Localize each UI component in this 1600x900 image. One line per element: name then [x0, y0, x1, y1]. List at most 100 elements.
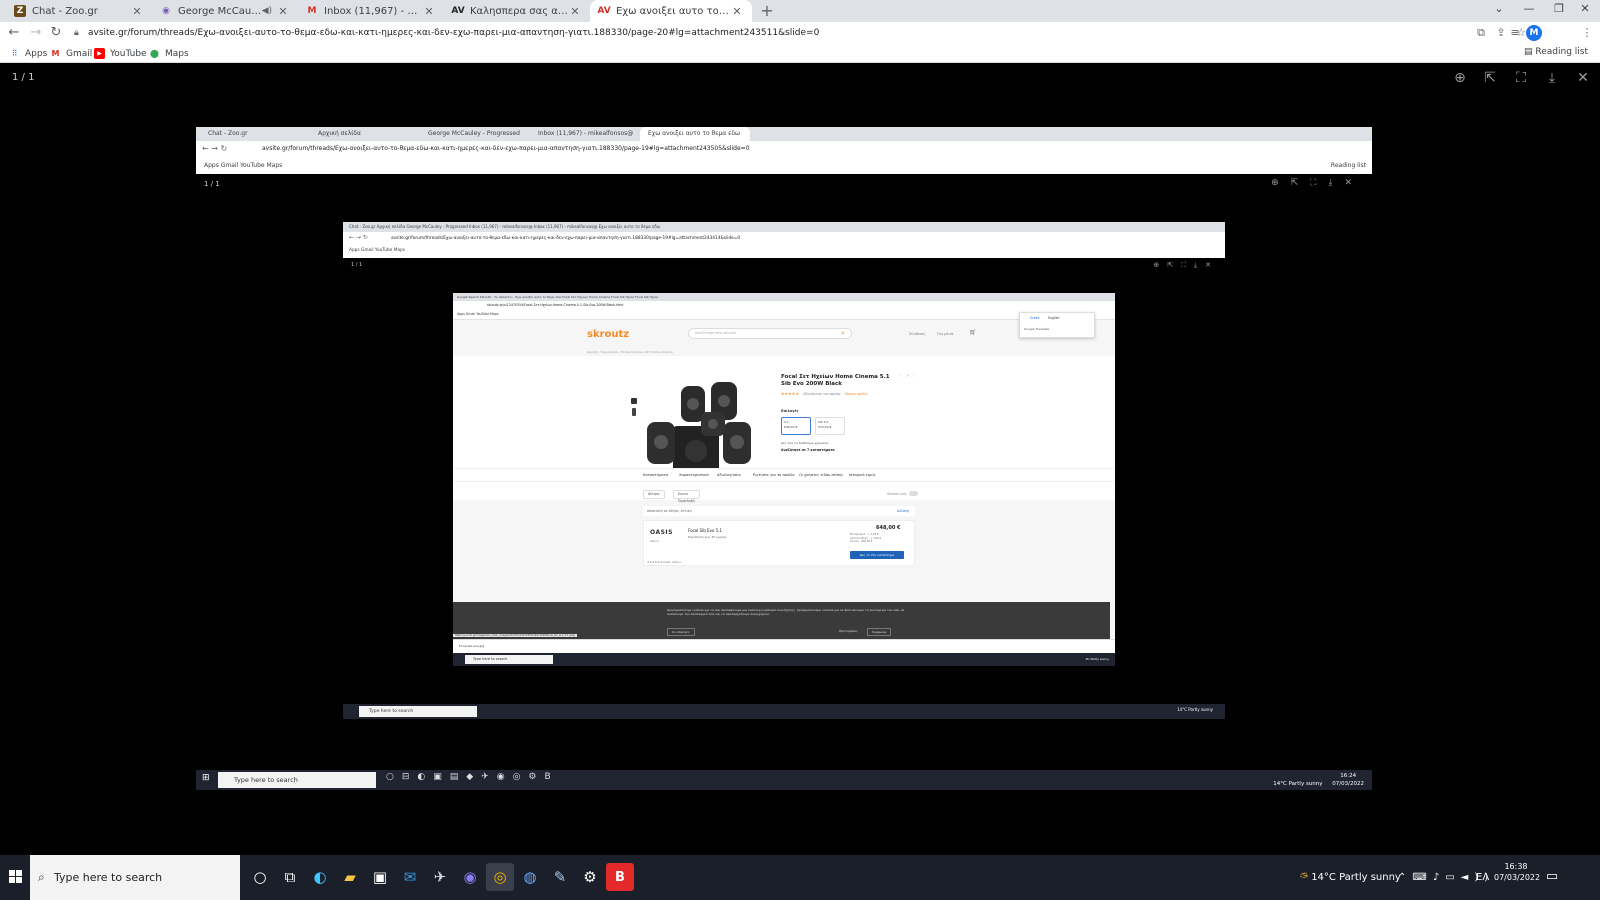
shop-offer: OASIS Αθήνα Focal Sib Evo 5.1 Παράδοση έ… [643, 520, 915, 566]
taskbar-search[interactable]: ⌕ Type here to search [30, 855, 240, 900]
notes-app-icon[interactable]: ✎ [546, 863, 574, 891]
reading-list[interactable]: ▤ Reading list [1524, 47, 1588, 57]
tab-george-mccauley[interactable]: ◉ George McCauley - Progress ◀) ✕ [152, 0, 298, 22]
url-text: avsite.gr/forum/threads/Εχω-ανοιξει-αυτο… [88, 28, 820, 38]
bookmarks-bar: ⠿ Apps M Gmail ▶ YouTube ⬤ Maps ▤ Readin… [0, 44, 1600, 63]
slide-counter: 1 / 1 [12, 72, 35, 83]
discord-icon[interactable]: ◉ [456, 863, 484, 891]
back-arrow-icon[interactable]: ← [6, 25, 22, 41]
download-icon[interactable]: ⤓ [1543, 69, 1561, 87]
tab-inbox[interactable]: M Inbox (11,967) - mikealfonsos@ ✕ [298, 0, 444, 22]
nested-weather: 14°C Partly sunny [1273, 781, 1323, 787]
gmail-favicon-icon: M [307, 6, 317, 16]
nested-search-3: Type here to search [465, 655, 553, 664]
close-icon[interactable]: ✕ [422, 5, 436, 18]
nested-tab: Inbox (11,967) - mikealfonsos@ [538, 130, 634, 137]
notifications-icon[interactable]: ▭ [1542, 867, 1562, 887]
close-icon[interactable]: ✕ [730, 5, 744, 18]
tab-avsite-search[interactable]: AV Καλησπερα σας αναζητω ενα ✕ [444, 0, 590, 22]
share-icon[interactable]: ⇪ [1494, 26, 1508, 40]
pickup-chip: Κοντά Παραλαβή [673, 490, 700, 503]
tab-price-history: Ιστορικό τιμής [849, 473, 876, 477]
tab-specs: Χαρακτηριστικά [679, 473, 709, 477]
cookie-prefs-button: Προτιμήσεις [839, 629, 858, 633]
cookie-accept-button: Συμφωνώ [867, 628, 892, 636]
search-icon: ⌕ [38, 870, 45, 884]
nested-tabs-2: Chat - Zoo.gr Αρχική σελίδα George McCau… [343, 222, 1225, 232]
offer-price: 648,00 € [876, 525, 901, 531]
file-explorer-icon[interactable]: ▰ [336, 863, 364, 891]
settings-gear-icon[interactable]: ⚙ [576, 863, 604, 891]
shop-rating: ★★★★★ Καλάθι, Αθήνα [647, 560, 681, 564]
menu-kebab-icon[interactable]: ⋮ [1580, 26, 1594, 40]
address-bar[interactable]: 🔒︎ avsite.gr/forum/threads/Εχω-ανοιξει-α… [74, 25, 1434, 41]
b-app-icon[interactable]: B [606, 863, 634, 891]
login-link: Σύνδεση [909, 331, 925, 336]
offer-name: Focal Sib Evo 5.1 [688, 528, 723, 533]
reviews-link: Αξιολόγηση του προϊόν [803, 392, 841, 396]
app-icon[interactable]: ◍ [516, 863, 544, 891]
tab-chat-zoo[interactable]: Z Chat - Zoo.gr ✕ [6, 0, 152, 22]
minimize-icon[interactable]: — [1514, 0, 1544, 20]
toggle-switch [909, 491, 918, 496]
bookmark-apps[interactable]: ⠿ Apps [9, 47, 48, 60]
stars-value: ★★★★★ [781, 391, 799, 396]
chat-favicon-icon: Z [14, 5, 26, 17]
tab-avsite-active[interactable]: AV Εχω ανοιξει αυτο το θεμα εδω ✕ [590, 0, 752, 22]
bookmark-gmail[interactable]: M Gmail [50, 47, 93, 60]
window-close-icon[interactable]: ✕ [1570, 0, 1600, 20]
nested-search-2: Type here to search [359, 706, 477, 717]
task-view-icon[interactable]: ⧉ [276, 863, 304, 891]
nested-bookmarks-3: Apps Gmail YouTube Maps [457, 312, 499, 316]
download-item: Focal-sib-evo.jpg [459, 644, 485, 648]
status-url: https://a.scdn.gr/images/sku_main_images… [453, 634, 577, 637]
mail-icon[interactable]: ✉ [396, 863, 424, 891]
fullscreen-icon[interactable]: ⛶ [1512, 69, 1530, 87]
chrome-icon[interactable]: ◎ [486, 863, 514, 891]
ship-to-text: Αποστολή σε Αθήνα, Αττική [647, 509, 692, 513]
nested-tab: Chat - Zoo.gr [208, 130, 248, 137]
close-icon[interactable]: ✕ [130, 5, 144, 18]
speaker-icon[interactable]: ◀) [262, 6, 272, 16]
cart-icon: 🛒︎ [969, 329, 977, 336]
skroutz-search-input: Αναζήτηση στο skroutz [688, 328, 852, 339]
zoom-in-icon[interactable]: ⊕ [1451, 69, 1469, 87]
tab-search-chevron-icon[interactable]: ⌄ [1484, 0, 1514, 20]
avsite-favicon-icon: AV [451, 6, 465, 16]
bookmark-label: Gmail [66, 48, 93, 59]
close-viewer-icon[interactable]: ✕ [1574, 69, 1592, 87]
translate-popup: Greek English Google Translate [1019, 312, 1095, 338]
bookmark-youtube[interactable]: ▶ YouTube [94, 47, 147, 60]
download-bar: Focal-sib-evo.jpg [453, 639, 1115, 653]
store-icon[interactable]: ▣ [366, 863, 394, 891]
windows-logo-icon [9, 870, 15, 876]
cortana-icon[interactable]: ○ [246, 863, 274, 891]
new-tab-icon[interactable]: + [758, 2, 776, 20]
sun-cloud-icon: ⛅︎ [1300, 872, 1308, 883]
nested-search-1: Type here to search [218, 772, 376, 788]
close-icon[interactable]: ✕ [276, 5, 290, 18]
language-indicator[interactable]: ΕΛ [1476, 855, 1489, 900]
steam-icon[interactable]: ✈ [426, 863, 454, 891]
media-control-icon[interactable]: ≡ [1508, 26, 1522, 40]
translate-icon[interactable]: ⧉ [1474, 26, 1488, 40]
edge-icon[interactable]: ◐ [306, 863, 334, 891]
browser-toolbar: ← → ↻ 🔒︎ avsite.gr/forum/threads/Εχω-ανο… [0, 22, 1600, 44]
nested-taskbar-3: Type here to search PC Partly sunny [453, 653, 1115, 666]
close-icon[interactable]: ✕ [568, 5, 582, 18]
start-button[interactable] [0, 855, 30, 900]
option-5-1: 5.1 648,00 € [781, 417, 811, 435]
bookmark-label: Maps [165, 48, 189, 59]
forward-arrow-icon[interactable]: → [28, 25, 44, 41]
nested-app-icons: ○⊟◐▣▤◆✈◉◎⚙B [386, 772, 559, 782]
lang-tab-greek: Greek [1030, 316, 1040, 320]
avatar[interactable]: M [1526, 25, 1542, 41]
nested-tab-strip: Chat - Zoo.gr Αρχική σελίδα George McCau… [196, 127, 1372, 141]
weather-widget[interactable]: ⛅︎ 14°C Partly sunny [1300, 855, 1401, 900]
tab-label: George McCauley - Progress [178, 5, 262, 17]
reading-list-label: Reading list [1535, 47, 1588, 57]
reload-icon[interactable]: ↻ [48, 25, 64, 41]
bookmark-maps[interactable]: ⬤ Maps [149, 47, 189, 60]
clock[interactable]: 16:38 07/03/2022 [1494, 861, 1540, 883]
open-external-icon[interactable]: ⇱ [1481, 69, 1499, 87]
